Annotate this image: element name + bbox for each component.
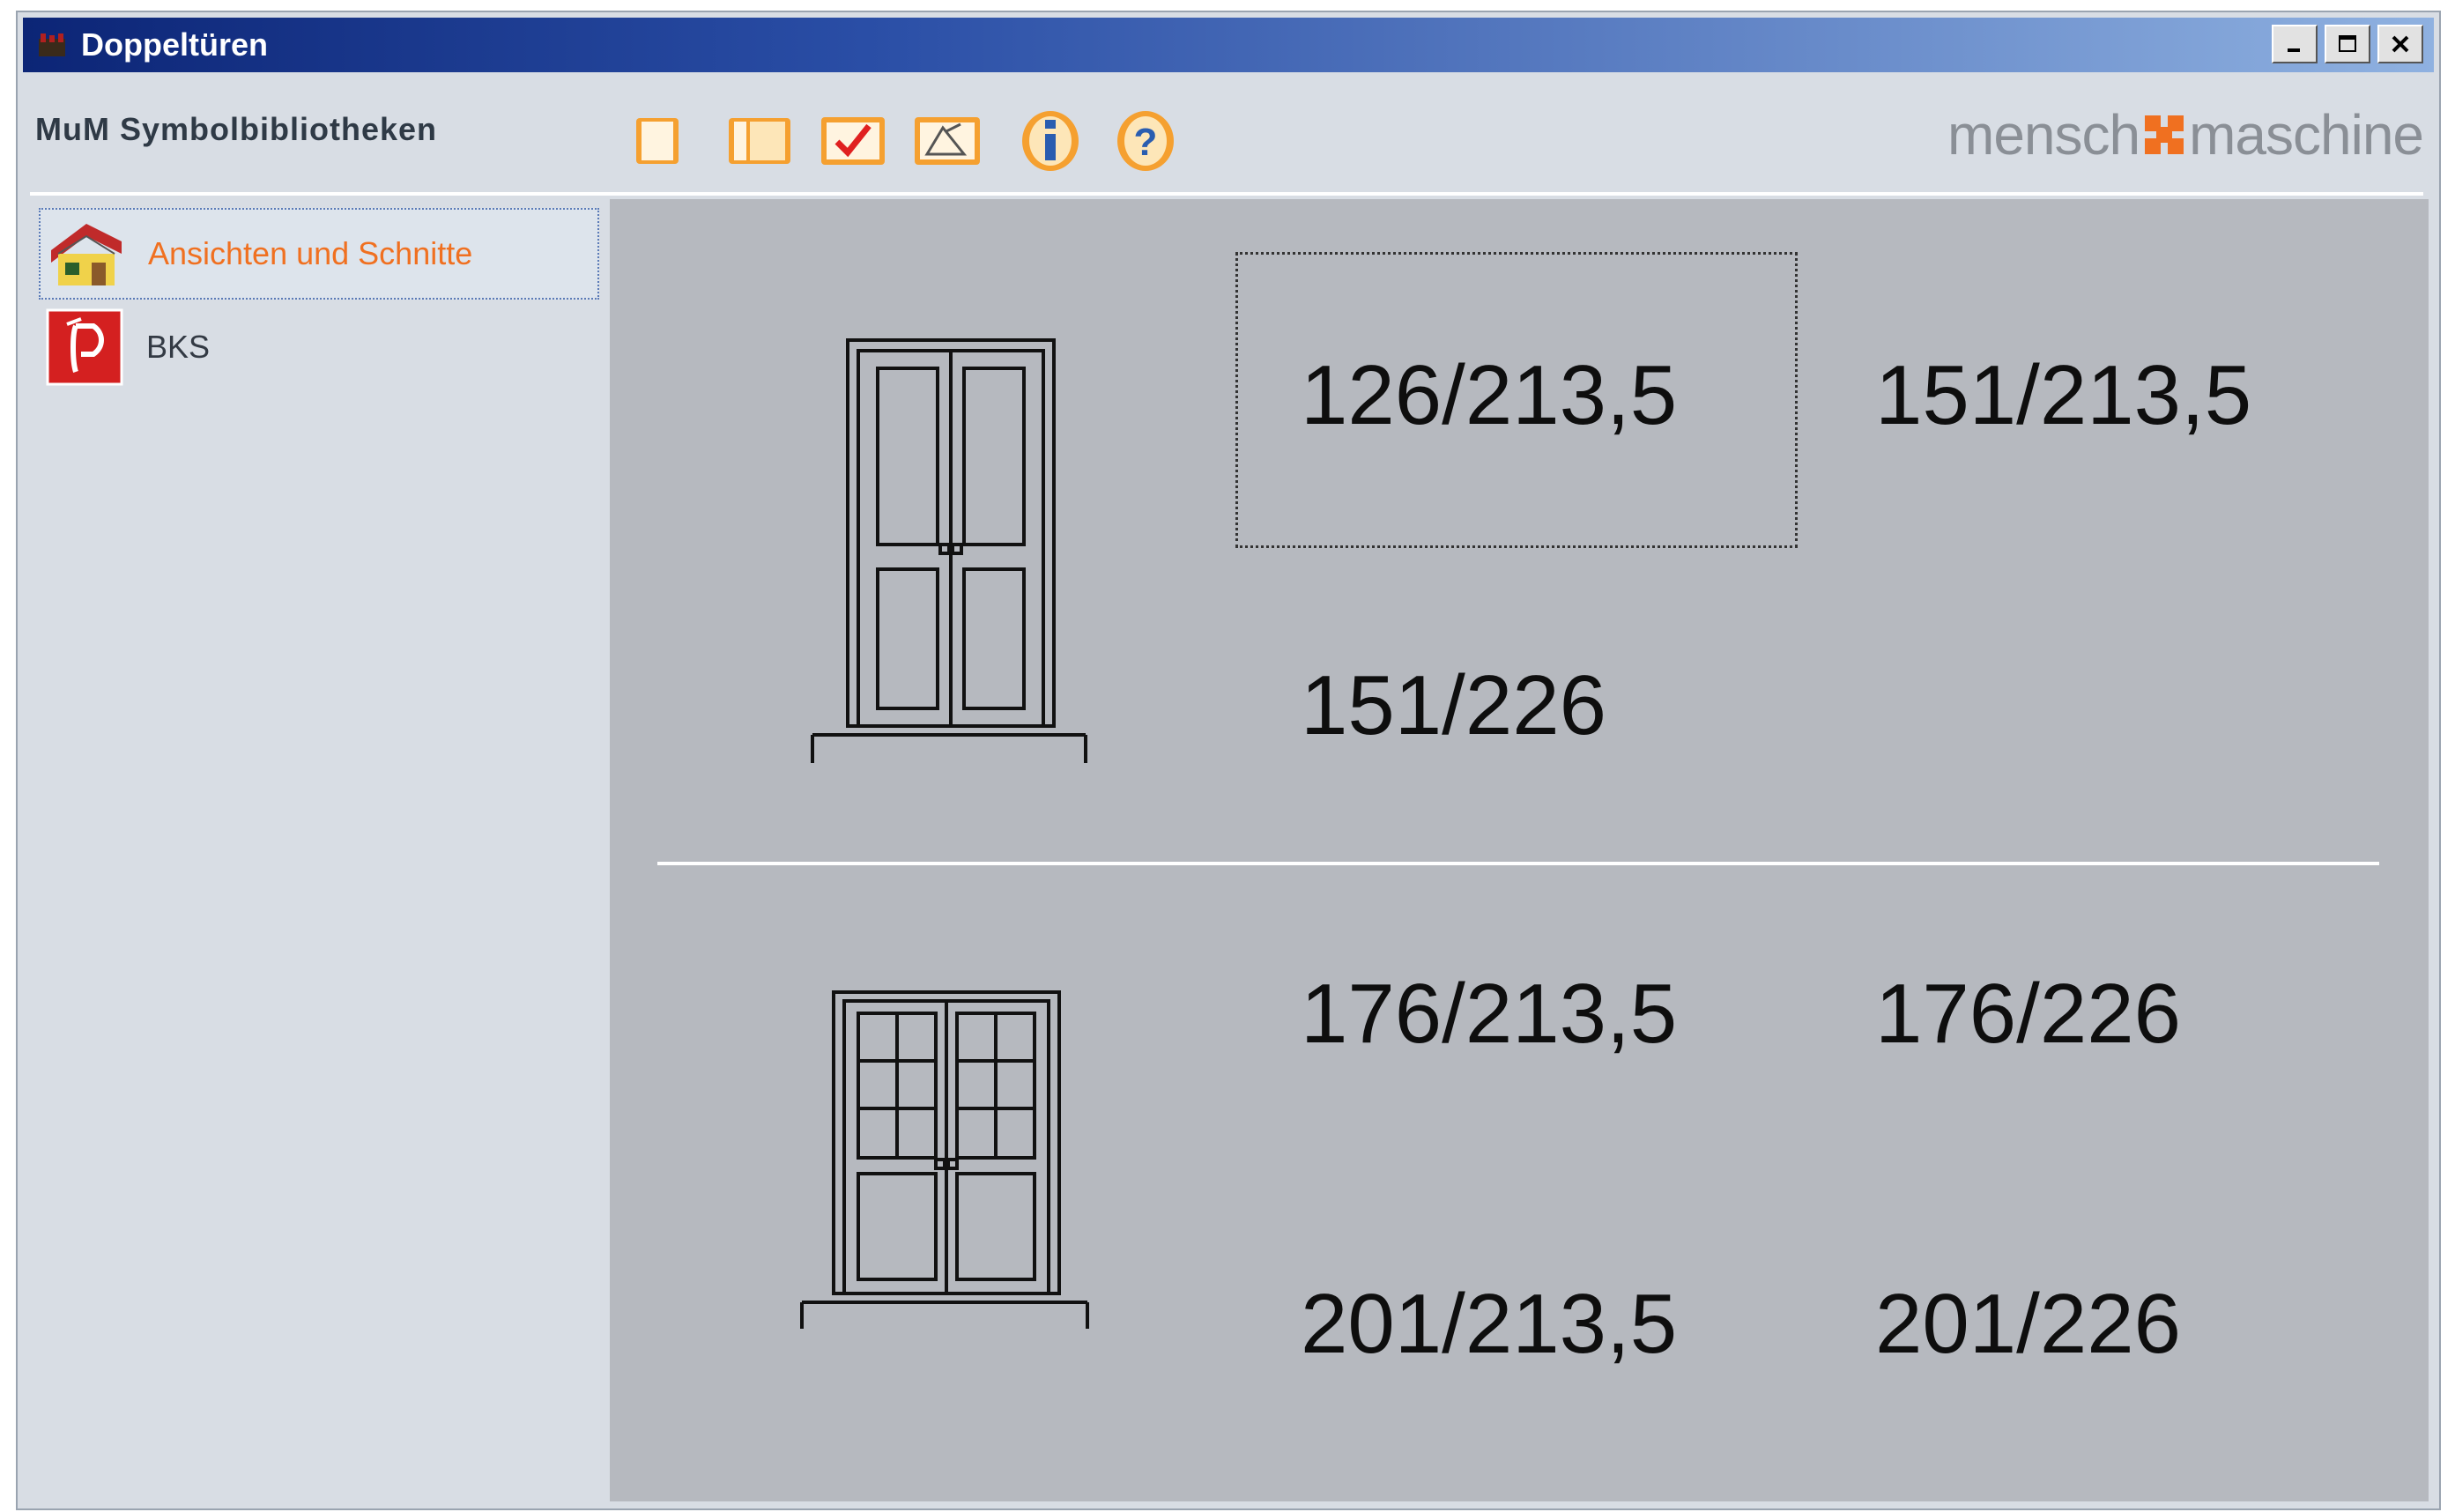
- check-button[interactable]: [816, 107, 890, 174]
- size-126-213-5[interactable]: 126/213,5: [1301, 347, 1677, 444]
- close-button[interactable]: [2377, 25, 2423, 63]
- minimize-icon: [2288, 48, 2300, 52]
- brand-logo: mensch maschine: [1947, 102, 2424, 167]
- brand-left-text: mensch: [1947, 103, 2140, 167]
- help-icon: ?: [1117, 111, 1174, 171]
- title-bar[interactable]: Doppeltüren: [23, 18, 2434, 72]
- minimize-button[interactable]: [2272, 25, 2318, 63]
- sidebar: Ansichten und Schnitte BKS: [30, 199, 615, 1501]
- group-divider: [657, 862, 2379, 865]
- toolbar-divider: [30, 192, 2423, 196]
- app-icon: [39, 33, 65, 56]
- toolbar-title: MuM Symbolbibliotheken: [35, 111, 438, 147]
- sidebar-item-bks[interactable]: BKS: [39, 301, 599, 393]
- size-151-213-5[interactable]: 151/213,5: [1875, 347, 2251, 444]
- size-176-213-5[interactable]: 176/213,5: [1301, 966, 1677, 1063]
- edit-drawing-icon: [915, 117, 980, 165]
- size-176-226[interactable]: 176/226: [1875, 966, 2181, 1063]
- size-201-213-5[interactable]: 201/213,5: [1301, 1276, 1677, 1373]
- book-icon: [729, 118, 790, 164]
- size-201-226[interactable]: 201/226: [1875, 1276, 2181, 1373]
- help-button[interactable]: ?: [1110, 107, 1181, 174]
- brand-cross-icon: [2145, 115, 2184, 154]
- window-title: Doppeltüren: [81, 26, 268, 63]
- info-button[interactable]: [1015, 107, 1086, 174]
- close-icon: [2392, 35, 2409, 53]
- sidebar-item-ansichten[interactable]: Ansichten und Schnitte: [39, 208, 599, 300]
- fire-extinguisher-icon: [46, 308, 123, 386]
- app-window: Doppeltüren MuM Symbolbibliotheken ? men…: [16, 11, 2441, 1510]
- book-button[interactable]: [723, 107, 797, 174]
- edit-drawing-button[interactable]: [909, 107, 985, 174]
- sidebar-item-label: BKS: [146, 329, 211, 365]
- checkmark-icon: [821, 117, 885, 165]
- maximize-icon: [2339, 35, 2356, 52]
- blank-page-icon: [636, 118, 679, 164]
- maximize-button[interactable]: [2325, 25, 2370, 63]
- new-page-button[interactable]: [629, 107, 686, 174]
- double-door-panels-icon[interactable]: [804, 322, 1094, 763]
- symbol-grid: 126/213,5 151/213,5 151/226 176/213,5 17…: [610, 199, 2429, 1501]
- size-151-226[interactable]: 151/226: [1301, 657, 1606, 754]
- house-icon: [51, 224, 122, 285]
- info-icon: [1022, 111, 1079, 171]
- double-door-glazed-icon[interactable]: [797, 983, 1096, 1353]
- sidebar-item-label: Ansichten und Schnitte: [148, 235, 473, 271]
- brand-right-text: maschine: [2189, 103, 2424, 167]
- svg-text:?: ?: [1134, 121, 1158, 164]
